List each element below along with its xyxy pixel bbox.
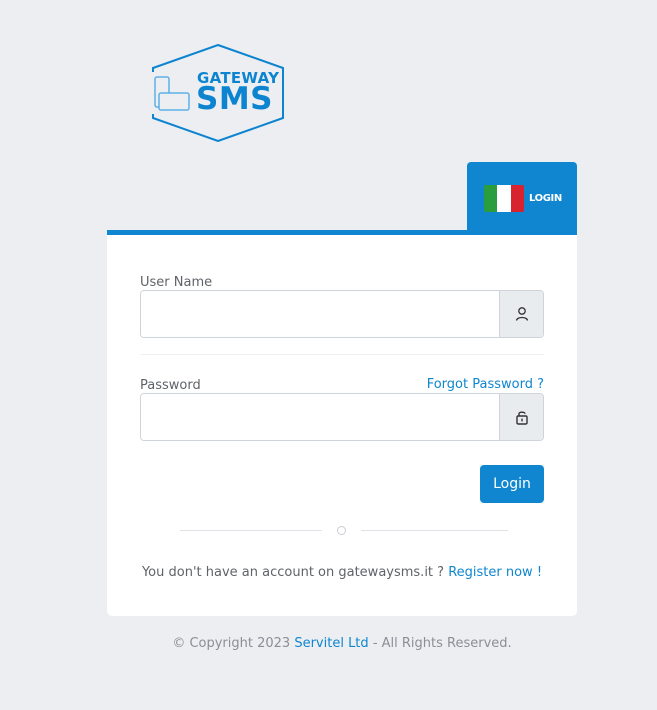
- separator-line-right: [361, 530, 508, 531]
- lock-icon: [499, 394, 543, 440]
- password-label: Password: [140, 378, 201, 393]
- password-input[interactable]: [141, 394, 499, 440]
- forgot-password-link[interactable]: Forgot Password ?: [427, 377, 544, 392]
- username-input-group: [140, 290, 544, 338]
- italy-flag-icon: [484, 185, 524, 212]
- footer-suffix: - All Rights Reserved.: [372, 636, 512, 651]
- form-divider: [140, 354, 544, 355]
- username-label: User Name: [140, 275, 213, 290]
- password-input-group: [140, 393, 544, 441]
- footer-prefix: © Copyright 2023: [172, 636, 291, 651]
- user-icon: [499, 291, 543, 337]
- language-tab-label: LOGIN: [529, 193, 562, 204]
- username-input[interactable]: [141, 291, 499, 337]
- register-row: You don't have an account on gatewaysms.…: [107, 565, 577, 580]
- language-login-tab[interactable]: LOGIN: [467, 162, 577, 235]
- footer-company-link[interactable]: Servitel Ltd: [294, 636, 368, 651]
- register-prompt: You don't have an account on gatewaysms.…: [141, 565, 445, 580]
- register-now-link[interactable]: Register now !: [448, 565, 542, 580]
- logo-text-sms: SMS: [196, 81, 274, 117]
- footer-copyright: © Copyright 2023 Servitel Ltd - All Righ…: [0, 636, 657, 651]
- login-button[interactable]: Login: [480, 465, 544, 503]
- separator-circle-icon: [337, 526, 346, 535]
- gateway-sms-logo: GATEWAY SMS: [150, 44, 286, 142]
- separator-line-left: [180, 530, 322, 531]
- login-card: User Name Password Forgot Password ? Log…: [107, 230, 577, 616]
